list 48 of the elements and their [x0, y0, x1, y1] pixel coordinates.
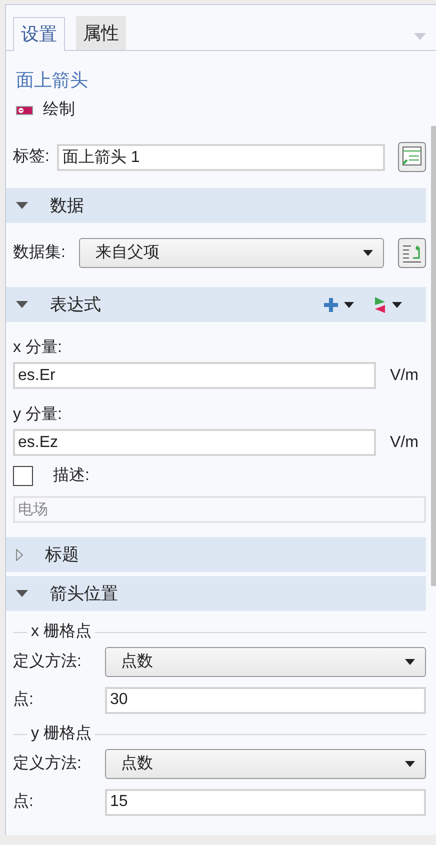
unit-label: V/m [390, 432, 420, 452]
collapse-arrow-icon [16, 202, 28, 209]
field-label: 定义方法: [13, 652, 82, 672]
node-title: 面上箭头 [16, 69, 89, 92]
section-header[interactable]: 数据 [6, 188, 426, 223]
section-title: 数据 [50, 194, 84, 217]
tab[interactable]: 设置 [13, 17, 65, 51]
checkbox-label: 描述: [53, 466, 90, 486]
points-field[interactable]: 15 [105, 788, 426, 816]
field-label: x 分量: [13, 338, 63, 358]
dropdown[interactable]: 点数 [105, 749, 426, 779]
plot-icon [16, 106, 33, 114]
plot-label: 绘制 [43, 100, 75, 120]
points-field[interactable]: 30 [105, 686, 426, 714]
caret-icon [405, 659, 415, 665]
expression-field[interactable]: es.Er [13, 362, 376, 389]
section-title: 标题 [45, 544, 79, 566]
expand-arrow-icon [16, 548, 23, 560]
caret-icon [363, 250, 373, 256]
field-label: 标签: [13, 147, 50, 167]
caret-icon [392, 302, 402, 308]
dropdown[interactable]: 点数 [105, 647, 426, 677]
scrollbar[interactable] [431, 126, 436, 586]
collapse-arrow-icon [16, 590, 28, 597]
caret-icon [405, 761, 415, 767]
dropdown[interactable]: 来自父项 [79, 238, 384, 268]
field-label: 点: [13, 690, 34, 710]
section-title: 箭头位置 [50, 582, 118, 605]
group-title: y 栅格点 [31, 724, 92, 744]
label-field[interactable]: 面上箭头 1 [57, 144, 385, 170]
section-title: 表达式 [50, 294, 101, 316]
section-header[interactable]: 标题 [6, 537, 426, 572]
field-label: 点: [13, 792, 34, 812]
list-icon[interactable] [398, 238, 426, 268]
caret-icon [344, 302, 354, 308]
group-title: x 栅格点 [31, 622, 92, 642]
collapse-arrow-icon [16, 301, 28, 308]
tab[interactable]: 属性 [76, 16, 126, 50]
field-label: 定义方法: [13, 754, 82, 774]
flag-icon[interactable] [374, 296, 386, 312]
unit-label: V/m [390, 366, 420, 386]
section-header[interactable]: 箭头位置 [6, 576, 426, 611]
field-label: 数据集: [13, 243, 66, 263]
expression-field[interactable]: es.Ez [13, 429, 376, 456]
field-label: y 分量: [13, 405, 63, 425]
section-header[interactable]: 表达式 [6, 287, 426, 322]
note-icon[interactable] [398, 142, 426, 172]
plus-icon[interactable] [324, 298, 338, 312]
